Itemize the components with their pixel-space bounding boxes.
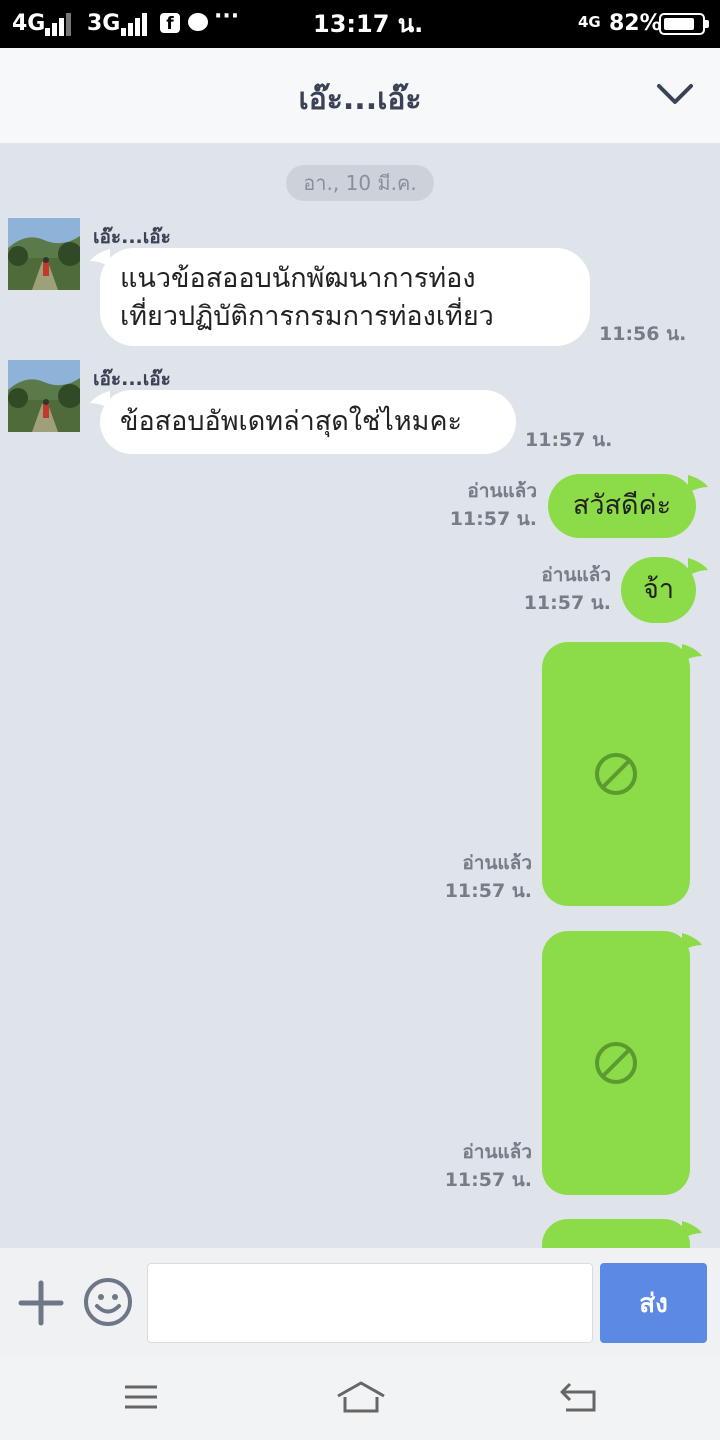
incoming-message-bubble[interactable]: แนวข้อสออบนักพัฒนาการท่อง เที่ยวปฏิบัติก… bbox=[100, 248, 590, 346]
home-icon[interactable] bbox=[336, 1380, 386, 1414]
read-receipt: อ่านแล้ว 11:57 น. bbox=[523, 564, 611, 614]
signal-icon bbox=[121, 12, 149, 36]
incoming-message-bubble[interactable]: ข้อสอบอัพเดทล่าสุดใช่ไหมคะ bbox=[100, 390, 516, 454]
back-icon[interactable] bbox=[558, 1380, 598, 1414]
blocked-icon bbox=[595, 1042, 637, 1084]
outgoing-image-bubble[interactable] bbox=[542, 1219, 690, 1248]
smiley-icon[interactable] bbox=[82, 1276, 134, 1328]
message-time: 11:57 น. bbox=[525, 429, 613, 451]
status-bar: 4G 3G f ··· 13:17 น. 4G 82% bbox=[0, 0, 720, 48]
outgoing-image-bubble[interactable] bbox=[542, 642, 690, 906]
bubble-tail bbox=[90, 249, 110, 267]
message-line: แนวข้อสออบนักพัฒนาการท่อง bbox=[120, 263, 476, 294]
message-line: ข้อสอบอัพเดทล่าสุดใช่ไหมคะ bbox=[120, 406, 463, 437]
message-input[interactable] bbox=[147, 1263, 593, 1343]
read-receipt: อ่านแล้ว 11:57 น. bbox=[444, 852, 532, 902]
clock: 13:17 น. bbox=[313, 10, 424, 38]
read-receipt: อ่านแล้ว 11:57 น. bbox=[449, 480, 537, 530]
chevron-down-icon[interactable] bbox=[653, 74, 697, 114]
menu-icon[interactable] bbox=[121, 1380, 161, 1414]
date-separator: อา., 10 มี.ค. bbox=[286, 165, 434, 201]
blocked-icon bbox=[595, 753, 637, 795]
more-notifications-icon: ··· bbox=[214, 4, 240, 29]
bubble-tail bbox=[682, 933, 702, 951]
network-4g-label: 4G bbox=[12, 11, 46, 36]
chat-header: เอ๊ะ...เอ๊ะ bbox=[0, 48, 720, 144]
bubble-tail bbox=[688, 475, 708, 493]
messenger-icon bbox=[188, 13, 208, 31]
battery-percent: 82% bbox=[609, 11, 662, 36]
network-3g-label: 3G bbox=[87, 11, 121, 36]
battery-icon bbox=[659, 13, 709, 35]
bubble-tail bbox=[682, 1221, 702, 1239]
system-nav-bar bbox=[0, 1356, 720, 1440]
outgoing-image-bubble[interactable] bbox=[542, 931, 690, 1195]
send-button[interactable]: ส่ง bbox=[600, 1263, 707, 1343]
plus-icon[interactable] bbox=[18, 1280, 64, 1326]
outgoing-message-bubble[interactable]: สวัสดีค่ะ bbox=[548, 474, 696, 538]
message-list[interactable]: อา., 10 มี.ค. เอ๊ะ...เอ๊ะ แนวข้อสออบนักพ… bbox=[0, 145, 720, 1248]
network-4g-label-right: 4G bbox=[578, 13, 601, 31]
bubble-tail bbox=[682, 644, 702, 662]
avatar[interactable] bbox=[8, 218, 80, 290]
outgoing-message-bubble[interactable]: จ้า bbox=[621, 557, 696, 623]
message-line: เที่ยวปฏิบัติการกรมการท่องเที่ยว bbox=[120, 301, 494, 332]
message-time: 11:56 น. bbox=[599, 323, 687, 345]
bubble-tail bbox=[90, 391, 110, 409]
chat-title: เอ๊ะ...เอ๊ะ bbox=[298, 82, 422, 117]
avatar[interactable] bbox=[8, 360, 80, 432]
message-composer: ส่ง bbox=[0, 1248, 720, 1356]
signal-icon bbox=[45, 12, 73, 36]
bubble-tail bbox=[688, 558, 708, 576]
facebook-icon: f bbox=[160, 13, 180, 34]
read-receipt: อ่านแล้ว 11:57 น. bbox=[444, 1141, 532, 1191]
